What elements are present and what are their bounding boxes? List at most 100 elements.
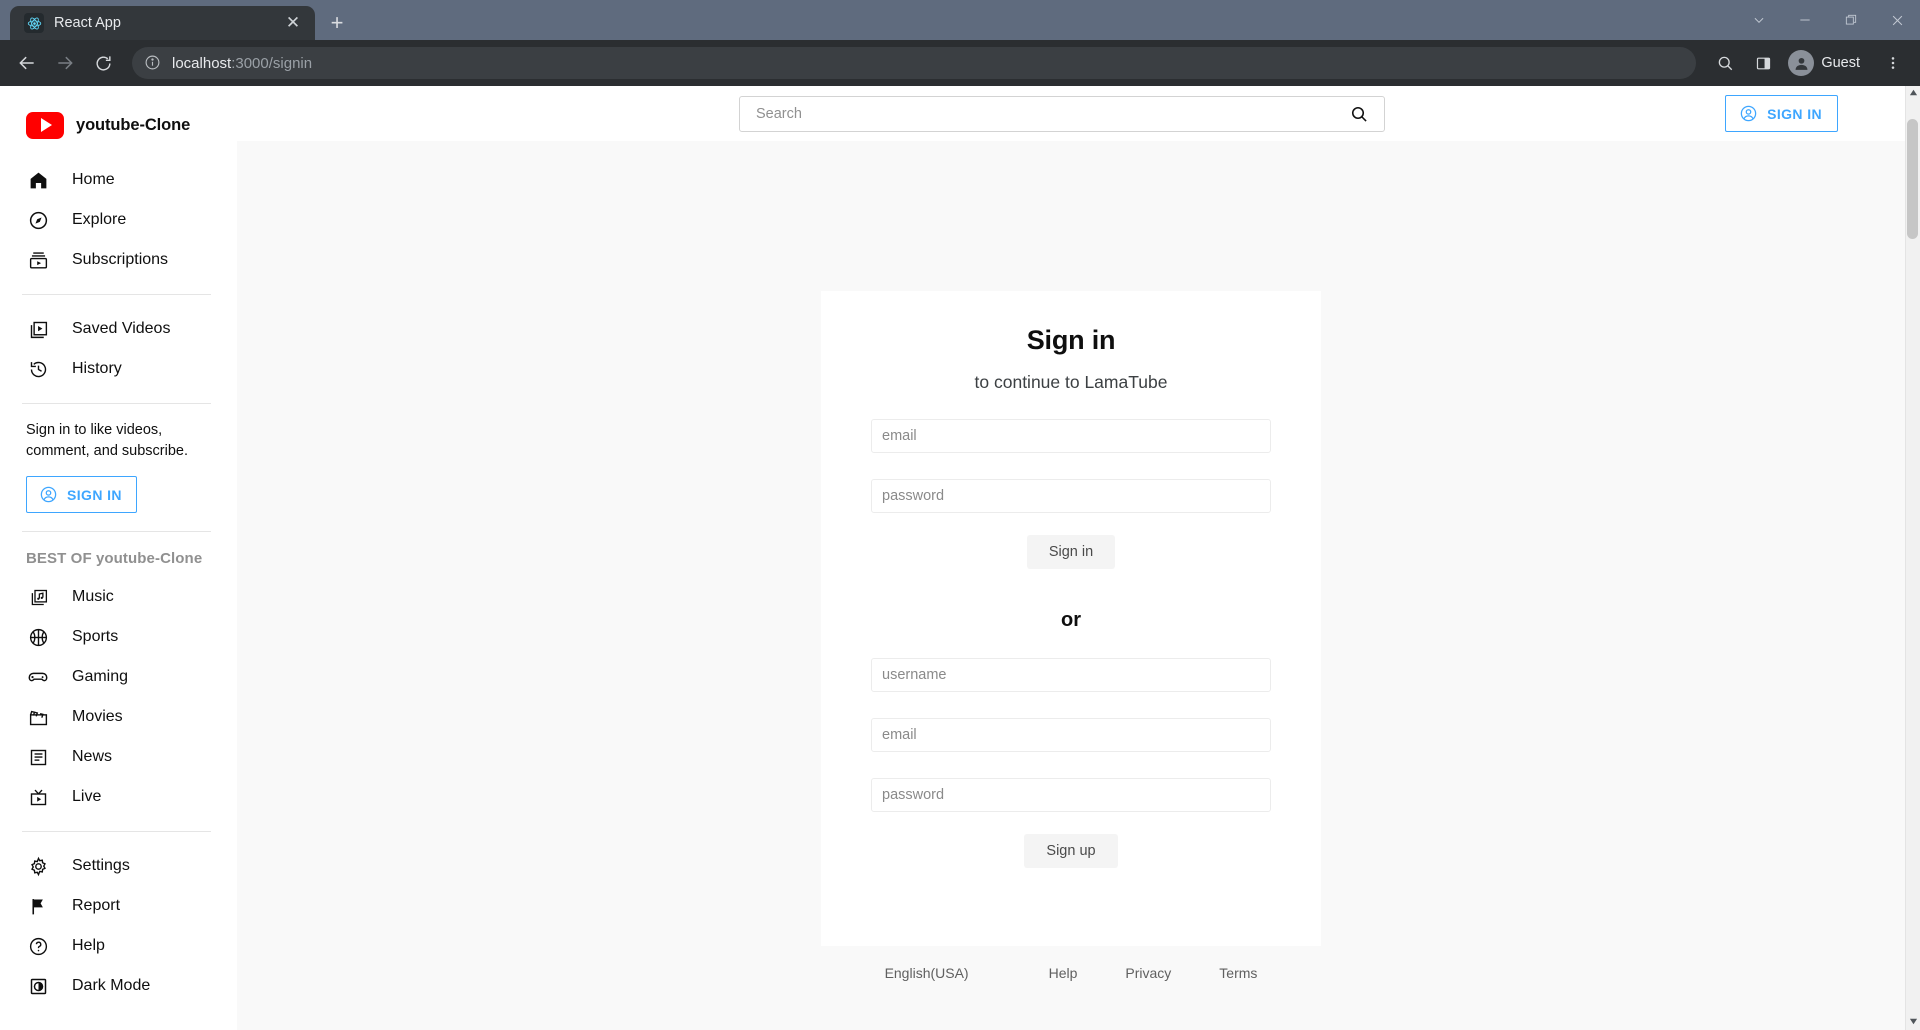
page-scrollbar[interactable] [1905,86,1920,1030]
sidebar-item-home[interactable]: Home [0,160,237,200]
sidebar-item-live[interactable]: Live [0,777,237,817]
sidebar-label: Music [72,588,114,606]
scroll-down-arrow-icon[interactable] [1909,1017,1918,1028]
scrollbar-thumb[interactable] [1907,119,1918,239]
sidebar-item-music[interactable]: Music [0,577,237,617]
signin-title: Sign in [1026,325,1116,355]
sidebar-label: Sports [72,628,119,646]
sidebar-item-gaming[interactable]: Gaming [0,657,237,697]
sidebar-item-explore[interactable]: Explore [0,200,237,240]
sidebar-item-saved-videos[interactable]: Saved Videos [0,309,237,349]
search-bar[interactable] [739,95,1385,132]
sidebar-label: Explore [72,211,127,228]
sidebar-label: Home [72,171,115,188]
subscriptions-icon [26,248,50,272]
sidebar-group-primary: Home Explore Subscriptions [0,146,237,294]
new-tab-button[interactable]: + [323,9,351,37]
browser-toolbar: localhost:3000/signin Guest [0,40,1920,86]
signup-submit-row: Sign up [871,834,1271,868]
signup-username-field[interactable] [871,658,1271,692]
app-sidebar: youtube-Clone Home Explore Subscriptions… [0,86,237,1030]
web-page: youtube-Clone Home Explore Subscriptions… [0,86,1905,1030]
sidebar-item-history[interactable]: History [0,349,237,389]
chevron-down-icon[interactable] [1736,0,1782,40]
scrollbar-track[interactable] [1906,99,1920,1017]
sidebar-item-report[interactable]: Report [0,886,237,926]
language-selector[interactable]: English(USA) [885,965,969,981]
signup-submit-button[interactable]: Sign up [1024,834,1118,868]
sidebar-item-subscriptions[interactable]: Subscriptions [0,240,237,280]
minimize-icon[interactable] [1782,0,1828,40]
footer-link-terms[interactable]: Terms [1219,965,1257,981]
search-icon[interactable] [1348,103,1370,125]
browser-tab[interactable]: React App ✕ [10,6,315,40]
forward-arrow-icon[interactable] [48,46,82,80]
scroll-up-arrow-icon[interactable] [1909,88,1918,99]
app-content: SIGN IN Sign in to continue to LamaTube … [237,86,1905,1030]
close-icon[interactable] [1874,0,1920,40]
sports-icon [26,625,50,649]
sidebar-label: Gaming [72,668,129,686]
youtube-logo-icon [26,111,64,139]
reload-icon[interactable] [86,46,120,80]
sidebar-label: Report [72,897,121,915]
search-tabs-icon[interactable] [1708,46,1742,80]
navbar-signin-button[interactable]: SIGN IN [1725,95,1838,132]
sidebar-item-dark-mode[interactable]: Dark Mode [0,966,237,1006]
info-icon[interactable] [144,54,162,72]
search-input[interactable] [756,105,1348,122]
sidebar-group-library: Saved Videos History [0,295,237,403]
brand-logo[interactable]: youtube-Clone [0,104,237,146]
address-bar[interactable]: localhost:3000/signin [132,47,1697,79]
gaming-icon [26,665,50,689]
sidebar-label: Movies [72,708,123,726]
sidebar-item-settings[interactable]: Settings [0,846,237,886]
music-icon [26,585,50,609]
browser-window: React App ✕ + localhost:3000/signin Gues… [0,0,1920,1030]
sidebar-item-sports[interactable]: Sports [0,617,237,657]
side-panel-icon[interactable] [1746,46,1780,80]
sidebar-label: Dark Mode [72,977,151,995]
footer-link-privacy[interactable]: Privacy [1125,965,1171,981]
restore-icon[interactable] [1828,0,1874,40]
sidebar-label: History [72,360,122,377]
back-arrow-icon[interactable] [10,46,44,80]
sidebar-group-categories: Music Sports Gaming Movies News Live [0,573,237,831]
profile-button[interactable]: Guest [1784,47,1872,79]
flag-icon [26,894,50,918]
brand-name: youtube-Clone [76,115,191,134]
account-circle-icon [39,485,58,504]
sidebar-label: News [72,748,113,766]
signin-email-field[interactable] [871,419,1271,453]
or-separator: or [1061,609,1081,631]
sidebar-item-help[interactable]: Help [0,926,237,966]
account-circle-icon [1739,104,1758,123]
react-icon [24,13,44,33]
sidebar-item-movies[interactable]: Movies [0,697,237,737]
sidebar-signin-button[interactable]: SIGN IN [26,476,137,514]
app-navbar: SIGN IN [237,86,1905,141]
sidebar-signin-label: SIGN IN [67,486,122,503]
history-icon [26,357,50,381]
help-icon [26,934,50,958]
saved-videos-icon [26,317,50,341]
signin-password-field[interactable] [871,479,1271,513]
signin-submit-button[interactable]: Sign in [1026,535,1116,569]
signup-email-field[interactable] [871,718,1271,752]
three-dot-menu-icon[interactable] [1876,46,1910,80]
signup-password-field[interactable] [871,778,1271,812]
news-icon [26,745,50,769]
page-footer: English(USA) Help Privacy Terms [845,965,1298,981]
sidebar-label: Settings [72,857,130,875]
window-controls [1736,0,1920,40]
sidebar-signin-block: Sign in to like videos, comment, and sub… [0,404,237,531]
footer-link-help[interactable]: Help [1049,965,1078,981]
close-icon[interactable]: ✕ [279,9,307,37]
signin-submit-row: Sign in [871,535,1271,569]
tab-title: React App [54,15,121,31]
compass-icon [26,208,50,232]
sidebar-item-news[interactable]: News [0,737,237,777]
url-host: localhost [172,54,232,72]
home-icon [26,168,50,192]
main-area: Sign in to continue to LamaTube Sign in … [237,141,1905,1030]
